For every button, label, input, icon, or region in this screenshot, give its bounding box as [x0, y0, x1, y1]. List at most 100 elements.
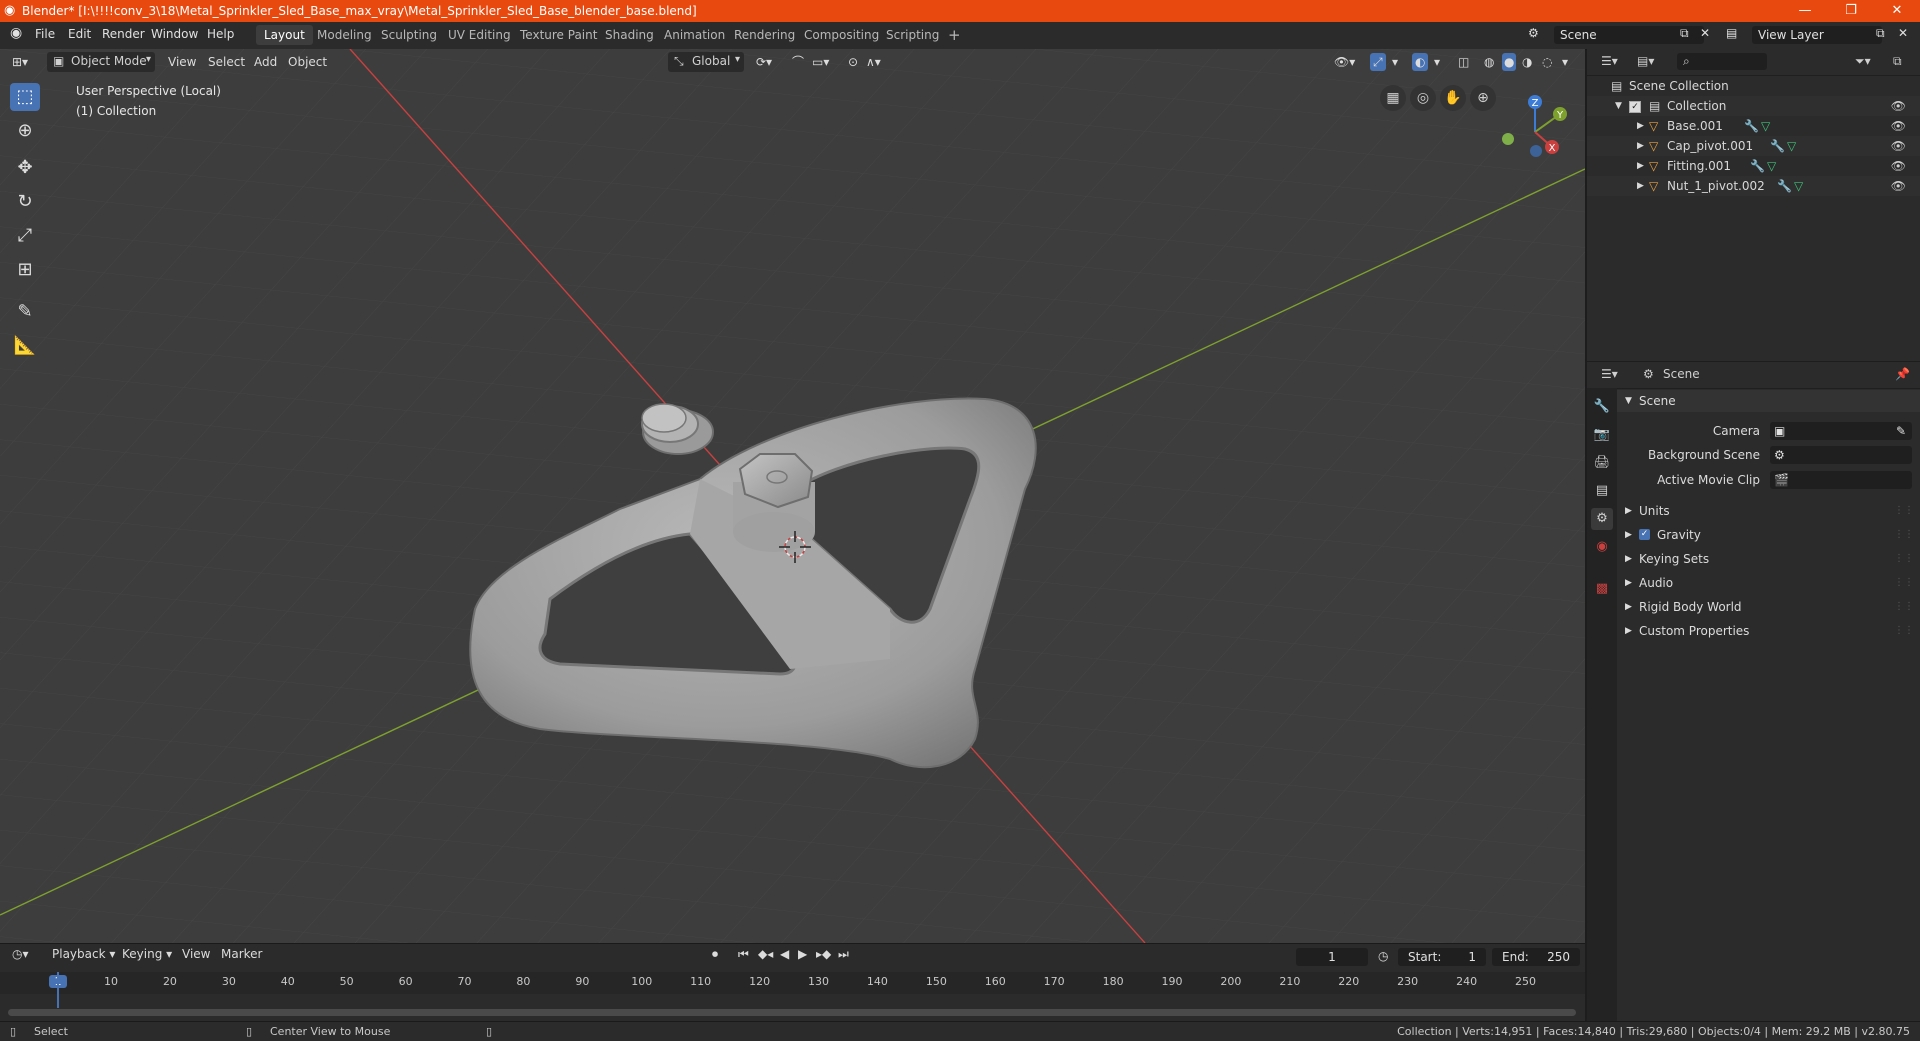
overlays-dropdown-icon[interactable]: ▾	[1434, 53, 1440, 71]
proportional-edit-icon[interactable]: ⊙	[848, 53, 858, 71]
timeline-track[interactable]	[0, 994, 1585, 1008]
active-movie-clip-field[interactable]: 🎬	[1770, 471, 1912, 489]
background-scene-field[interactable]: ⚙	[1770, 446, 1912, 464]
falloff-icon[interactable]: ∧▾	[866, 53, 881, 71]
navigation-gizmo[interactable]: Z Y X	[1490, 87, 1580, 177]
use-preview-range-icon[interactable]: ◷	[1378, 949, 1388, 963]
world-tab-icon[interactable]: ◉	[1591, 536, 1613, 558]
maximize-button[interactable]: ❐	[1828, 0, 1874, 22]
scale-tool-icon[interactable]: ⤢	[10, 222, 40, 250]
wireframe-shading-icon[interactable]: ◍	[1484, 53, 1494, 71]
delete-view-layer-icon[interactable]: ✕	[1898, 26, 1908, 40]
rendered-shading-icon[interactable]: ◌	[1542, 53, 1552, 71]
tab-compositing[interactable]: Compositing	[796, 25, 887, 45]
tool-tab-icon[interactable]: 🔧	[1591, 396, 1613, 418]
record-icon[interactable]: ⏺	[712, 947, 718, 962]
scene-panel-header[interactable]: ▼ Scene	[1617, 390, 1920, 412]
close-button[interactable]: ✕	[1874, 0, 1920, 22]
menu-help[interactable]: Help	[207, 27, 234, 41]
tab-layout[interactable]: Layout	[256, 25, 313, 45]
properties-editor-type-icon[interactable]: ☰▾	[1601, 367, 1618, 381]
transform-tool-icon[interactable]: ⊞	[10, 256, 40, 284]
drag-handle-icon[interactable]: ⋮⋮	[1894, 524, 1914, 546]
outliner-collection[interactable]: ▼ ✓ ▤ Collection 👁	[1587, 96, 1920, 116]
tab-texture-paint[interactable]: Texture Paint	[512, 25, 605, 45]
shading-dropdown-icon[interactable]: ▾	[1562, 53, 1568, 71]
view-layer-tab-icon[interactable]: ▤	[1591, 480, 1613, 502]
tab-scripting[interactable]: Scripting	[878, 25, 947, 45]
outliner-object-row[interactable]: ▶ ▽ Base.001 🔧 ▽ 👁	[1587, 116, 1920, 136]
timeline-menu-view[interactable]: View	[182, 947, 210, 961]
select-box-tool-icon[interactable]: ⬚	[10, 83, 40, 111]
new-scene-icon[interactable]: ⧉	[1680, 26, 1689, 41]
jump-end-icon[interactable]: ⏭	[838, 947, 849, 962]
viewport-menu-select[interactable]: Select	[208, 53, 245, 71]
expand-arrow-icon[interactable]: ▶	[1637, 136, 1644, 156]
playhead[interactable]	[57, 972, 59, 1008]
outliner-object-row[interactable]: ▶ ▽ Fitting.001 🔧 ▽ 👁	[1587, 156, 1920, 176]
editor-type-icon[interactable]: ⊞▾	[12, 53, 28, 71]
menu-window[interactable]: Window	[151, 27, 198, 41]
prev-keyframe-icon[interactable]: ◆◂	[758, 947, 773, 961]
view-layer-icon[interactable]: ▤	[1726, 26, 1737, 40]
tab-animation[interactable]: Animation	[656, 25, 733, 45]
tab-sculpting[interactable]: Sculpting	[373, 25, 445, 45]
drag-handle-icon[interactable]: ⋮⋮	[1894, 500, 1914, 522]
gravity-checkbox[interactable]: ✓	[1639, 529, 1650, 540]
delete-scene-icon[interactable]: ✕	[1700, 26, 1710, 40]
snap-icon[interactable]: ⌒	[792, 53, 804, 71]
next-keyframe-icon[interactable]: ▸◆	[816, 947, 831, 961]
eye-icon[interactable]: 👁	[1891, 176, 1906, 196]
view-layer-selector[interactable]: View Layer	[1752, 26, 1882, 44]
viewport-menu-view[interactable]: View	[168, 53, 196, 71]
end-frame-field[interactable]: End: 250	[1492, 948, 1580, 966]
outliner-scene-collection[interactable]: ▤ Scene Collection	[1587, 76, 1920, 96]
camera-view-icon[interactable]: ◎	[1410, 85, 1436, 111]
custom-properties-subpanel[interactable]: ▶ Custom Properties ⋮⋮	[1617, 620, 1920, 642]
show-overlays-icon[interactable]: ◐	[1412, 53, 1429, 71]
menu-edit[interactable]: Edit	[68, 27, 91, 41]
camera-field[interactable]: ▣ ✎	[1770, 422, 1912, 440]
timeline-menu-keying[interactable]: Keying ▾	[122, 947, 172, 961]
play-reverse-icon[interactable]: ◀	[780, 947, 789, 961]
rigid-body-world-subpanel[interactable]: ▶ Rigid Body World ⋮⋮	[1617, 596, 1920, 618]
pan-hand-icon[interactable]: ✋	[1440, 85, 1466, 111]
start-frame-field[interactable]: Start: 1	[1398, 948, 1486, 966]
menu-file[interactable]: File	[35, 27, 55, 41]
eye-icon[interactable]: 👁	[1891, 96, 1906, 116]
blender-menu-icon[interactable]: ◉	[10, 25, 22, 41]
solid-shading-icon[interactable]: ●	[1502, 53, 1517, 71]
gizmo-dropdown-icon[interactable]: ▾	[1392, 53, 1398, 71]
expand-arrow-icon[interactable]: ▶	[1637, 176, 1644, 196]
pivot-point-icon[interactable]: ⟳▾	[756, 53, 772, 71]
move-tool-icon[interactable]: ✥	[10, 154, 40, 182]
show-gizmo-icon[interactable]: ⤢	[1370, 53, 1386, 71]
measure-tool-icon[interactable]: 📐	[10, 332, 40, 360]
filter-icon[interactable]: ⏷▾	[1855, 54, 1871, 69]
eye-icon[interactable]: 👁	[1891, 136, 1906, 156]
current-frame-field[interactable]: 1	[1296, 948, 1368, 966]
rotate-tool-icon[interactable]: ↻	[10, 188, 40, 216]
timeline-scrollbar[interactable]	[8, 1009, 1576, 1016]
drag-handle-icon[interactable]: ⋮⋮	[1894, 548, 1914, 570]
pin-icon[interactable]: 📌	[1895, 367, 1910, 381]
transform-orientation-selector[interactable]: ⤡ Global ▾	[668, 52, 744, 72]
toggle-camera-grid-icon[interactable]: ▦	[1380, 85, 1406, 111]
render-tab-icon[interactable]: 📷	[1591, 424, 1613, 446]
tab-uv-editing[interactable]: UV Editing	[440, 25, 519, 45]
texture-tab-icon[interactable]: ▩	[1591, 578, 1613, 600]
jump-start-icon[interactable]: ⏮	[738, 947, 749, 962]
drag-handle-icon[interactable]: ⋮⋮	[1894, 596, 1914, 618]
scene-icon[interactable]: ⚙	[1528, 26, 1539, 40]
new-collection-icon[interactable]: ⧉	[1893, 54, 1902, 69]
3d-viewport[interactable]: User Perspective (Local) (1) Collection …	[0, 49, 1585, 943]
display-mode-icon[interactable]: ▤▾	[1637, 54, 1654, 68]
timeline-menu-marker[interactable]: Marker	[221, 947, 262, 961]
snap-target-icon[interactable]: ▭▾	[812, 53, 829, 71]
outliner-editor-type-icon[interactable]: ☰▾	[1601, 54, 1618, 68]
gravity-subpanel[interactable]: ▶ ✓ Gravity ⋮⋮	[1617, 524, 1920, 546]
timeline-ruler[interactable]: 1102030405060708090100110120130140150160…	[0, 972, 1585, 994]
timeline-menu-playback[interactable]: Playback ▾	[52, 947, 115, 961]
tab-rendering[interactable]: Rendering	[726, 25, 803, 45]
output-tab-icon[interactable]: 🖨	[1591, 452, 1613, 474]
